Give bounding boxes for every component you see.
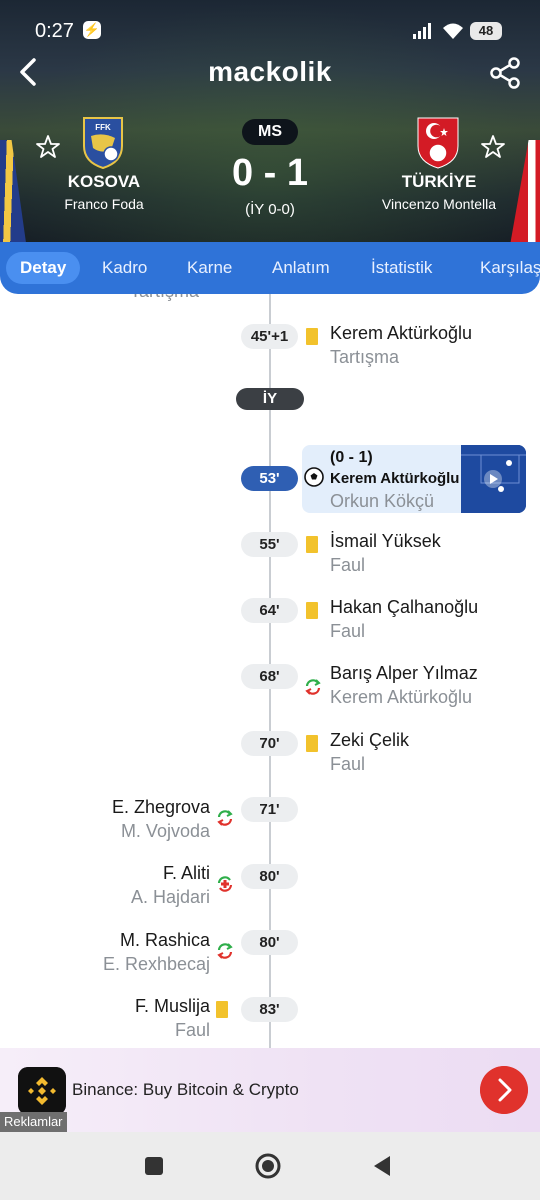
event-detail: M. Vojvoda: [120, 821, 210, 841]
back-nav-icon[interactable]: [368, 1152, 396, 1180]
event-player[interactable]: Barış Alper Yılmaz: [330, 663, 478, 684]
event-detail: Faul: [330, 754, 366, 774]
turkey-crest-icon: [417, 117, 459, 169]
half-time-score: (İY 0-0): [245, 201, 295, 218]
event-detail: E. Rexhbecaj: [102, 954, 210, 974]
tab-detay[interactable]: Detay: [6, 252, 81, 284]
tab-karne[interactable]: Karne: [187, 252, 232, 284]
event-minute: 45'+1: [241, 324, 298, 349]
event-detail: Kerem Aktürkoğlu: [330, 687, 473, 707]
goal-scorer[interactable]: Kerem Aktürkoğlu: [330, 470, 459, 487]
event-player[interactable]: E. Zhegrova: [112, 797, 210, 818]
event-minute: 70': [241, 731, 298, 756]
event-minute: 64': [241, 598, 298, 623]
event-timeline[interactable]: Tartışma 45'+1 Kerem Aktürkoğlu Tartışma…: [0, 294, 540, 1048]
share-icon[interactable]: [488, 56, 522, 90]
favorite-away-star-icon[interactable]: [480, 134, 506, 160]
svg-text:FFK: FFK: [95, 123, 111, 132]
event-minute: 71': [241, 797, 298, 822]
back-arrow-icon[interactable]: [14, 56, 46, 88]
halftime-marker: İY: [236, 388, 304, 410]
signal-icon: [413, 23, 431, 39]
home-team-coach: Franco Foda: [64, 196, 144, 212]
event-detail: Faul: [330, 621, 366, 641]
favorite-home-star-icon[interactable]: [35, 134, 61, 160]
yellow-card-icon: [216, 1001, 228, 1018]
tab-karsilasmalar[interactable]: Karşılaş: [480, 252, 540, 284]
ad-label: Reklamlar: [0, 1112, 67, 1132]
substitution-icon: [217, 943, 233, 959]
event-player[interactable]: Zeki Çelik: [330, 730, 409, 751]
match-detail-screen: 0:27 ⚡ 48 mackolik FFK KOSOVA Franco Fod…: [0, 0, 540, 1200]
event-detail: A. Hajdari: [130, 887, 210, 907]
event-player[interactable]: F. Muslija: [135, 996, 210, 1017]
match-score: 0 - 1: [231, 152, 309, 194]
goal-score: (0 - 1): [330, 449, 373, 466]
yellow-card-icon: [306, 328, 318, 345]
event-minute: 68': [241, 664, 298, 689]
event-player[interactable]: M. Rashica: [120, 930, 210, 951]
tab-istatistik[interactable]: İstatistik: [371, 252, 432, 284]
match-status-badge: MS: [242, 119, 298, 145]
home-icon[interactable]: [254, 1152, 282, 1180]
kosovo-crest-icon: FFK: [83, 117, 123, 170]
recents-icon[interactable]: [140, 1152, 168, 1180]
goal-assist: Orkun Kökçü: [330, 491, 435, 511]
system-navigation-bar: [0, 1132, 540, 1200]
notification-app-icon: ⚡: [83, 21, 101, 39]
tab-kadro[interactable]: Kadro: [102, 252, 147, 284]
ad-open-button[interactable]: [480, 1066, 528, 1114]
event-detail: Tartışma: [330, 347, 400, 367]
event-player[interactable]: Hakan Çalhanoğlu: [330, 597, 478, 618]
battery-indicator: 48: [470, 22, 502, 40]
event-player[interactable]: İsmail Yüksek: [330, 531, 441, 552]
status-time: 0:27: [35, 20, 74, 42]
away-team-name[interactable]: TÜRKİYE: [364, 172, 514, 192]
event-minute: 80': [241, 930, 298, 955]
ad-title[interactable]: Binance: Buy Bitcoin & Crypto: [72, 1080, 299, 1100]
yellow-card-icon: [306, 735, 318, 752]
app-logo: mackolik: [208, 56, 332, 87]
substitution-icon: [217, 810, 233, 826]
injury-substitution-icon: [217, 876, 233, 892]
event-minute: 53': [241, 466, 298, 491]
football-icon: [304, 467, 324, 487]
event-player[interactable]: Kerem Aktürkoğlu: [330, 323, 472, 344]
event-detail: Faul: [330, 555, 366, 575]
status-bar: 0:27 ⚡ 48: [0, 0, 540, 60]
event-detail: Tartışma: [130, 294, 250, 302]
event-minute: 55': [241, 532, 298, 557]
ad-banner[interactable]: Binance: Buy Bitcoin & Crypto Reklamlar: [0, 1048, 540, 1132]
event-minute: 83': [241, 997, 298, 1022]
goal-event-card[interactable]: (0 - 1) Kerem Aktürkoğlu Orkun Kökçü: [302, 445, 526, 513]
match-tab-bar: Detay Kadro Karne Anlatım İstatistik Kar…: [0, 242, 540, 294]
away-team-coach: Vincenzo Montella: [381, 196, 497, 212]
match-header: 0:27 ⚡ 48 mackolik FFK KOSOVA Franco Fod…: [0, 0, 540, 250]
goal-video-thumbnail[interactable]: [461, 445, 526, 513]
yellow-card-icon: [306, 602, 318, 619]
event-player[interactable]: F. Aliti: [163, 863, 210, 884]
home-team-name[interactable]: KOSOVA: [29, 172, 179, 192]
event-detail: Faul: [174, 1020, 210, 1040]
yellow-card-icon: [306, 536, 318, 553]
tab-anlatim[interactable]: Anlatım: [272, 252, 330, 284]
event-minute: 80': [241, 864, 298, 889]
wifi-icon: [443, 23, 463, 39]
binance-logo-icon: [18, 1067, 66, 1115]
substitution-icon: [305, 679, 321, 695]
